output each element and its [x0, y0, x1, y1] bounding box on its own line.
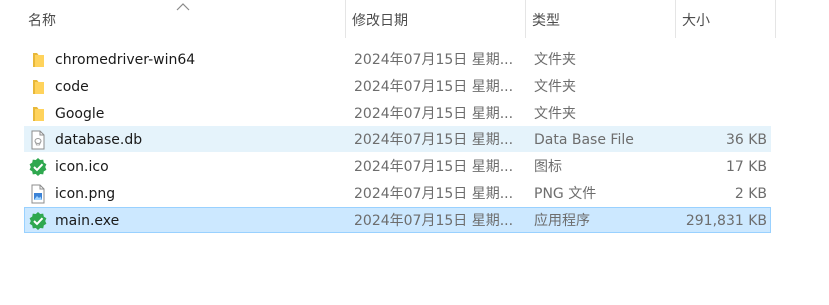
file-name: Google	[55, 106, 105, 122]
file-date: 2024年07月15日 星期...	[354, 106, 514, 122]
file-row-icon-png[interactable]: icon.png 2024年07月15日 星期... PNG 文件 2 KB	[24, 180, 771, 206]
database-file-icon	[31, 130, 45, 150]
file-date: 2024年07月15日 星期...	[354, 159, 514, 175]
file-name: code	[55, 79, 89, 95]
file-date: 2024年07月15日 星期...	[354, 52, 514, 68]
file-size: 291,831 KB	[685, 213, 767, 229]
file-type: Data Base File	[534, 132, 634, 148]
file-date: 2024年07月15日 星期...	[354, 132, 514, 148]
file-size	[675, 101, 767, 127]
file-type: 文件夹	[534, 106, 576, 122]
file-date: 2024年07月15日 星期...	[354, 213, 514, 229]
file-size: 2 KB	[734, 186, 767, 202]
file-row-main-exe[interactable]: main.exe 2024年07月15日 星期... 应用程序 291,831 …	[24, 207, 771, 233]
column-divider[interactable]	[775, 0, 776, 38]
file-name: icon.ico	[55, 159, 109, 175]
file-type: 应用程序	[534, 213, 590, 229]
file-row-code[interactable]: code 2024年07月15日 星期... 文件夹	[24, 73, 771, 99]
file-date: 2024年07月15日 星期...	[354, 186, 514, 202]
file-size: 17 KB	[725, 159, 767, 175]
file-type: 文件夹	[534, 79, 576, 95]
file-size	[675, 47, 767, 73]
column-header-name[interactable]: 名称	[22, 0, 344, 38]
file-size	[675, 74, 767, 100]
file-row-icon-ico[interactable]: icon.ico 2024年07月15日 星期... 图标 17 KB	[24, 153, 771, 179]
file-size: 36 KB	[725, 132, 767, 148]
column-header-date[interactable]: 修改日期	[346, 0, 524, 38]
green-check-icon	[29, 212, 47, 230]
file-row-chromedriver-win64[interactable]: chromedriver-win64 2024年07月15日 星期... 文件夹	[24, 46, 771, 72]
column-header-type[interactable]: 类型	[526, 0, 674, 38]
file-date: 2024年07月15日 星期...	[354, 79, 514, 95]
column-header-size[interactable]: 大小	[676, 0, 774, 38]
file-type: PNG 文件	[534, 186, 597, 202]
image-file-icon	[31, 184, 45, 204]
file-type: 图标	[534, 159, 562, 175]
green-check-icon	[29, 158, 47, 176]
file-name: database.db	[55, 132, 143, 148]
folder-icon	[33, 107, 44, 121]
column-header: 名称 修改日期 类型 大小	[0, 0, 829, 38]
file-name: chromedriver-win64	[55, 52, 196, 68]
folder-icon	[33, 80, 44, 94]
folder-icon	[33, 53, 44, 67]
file-type: 文件夹	[534, 52, 576, 68]
file-row-google[interactable]: Google 2024年07月15日 星期... 文件夹	[24, 100, 771, 126]
file-name: main.exe	[55, 213, 120, 229]
file-row-database-db[interactable]: database.db 2024年07月15日 星期... Data Base …	[24, 126, 771, 152]
file-name: icon.png	[55, 186, 116, 202]
